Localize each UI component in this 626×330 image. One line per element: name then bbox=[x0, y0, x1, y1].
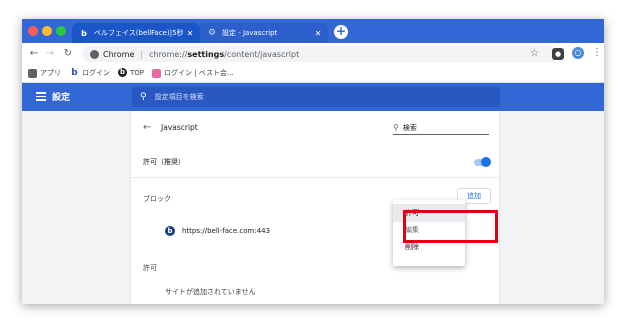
settings-content: ← Javascript ⚲ 検索 許可（推奨） ブロック 追加 b https… bbox=[22, 111, 604, 304]
bookmarks-bar: アプリ b ログイン b TOP ログイン | ベスト会... bbox=[22, 65, 604, 83]
url-path: /content/javascript bbox=[224, 49, 300, 59]
close-tab-icon[interactable]: ✕ bbox=[312, 29, 324, 38]
settings-search-placeholder: 設定項目を検索 bbox=[154, 93, 204, 101]
maximize-window-button[interactable] bbox=[56, 26, 66, 36]
settings-title: 設定 bbox=[52, 93, 71, 103]
bookmark-label: ログイン bbox=[82, 69, 110, 77]
toggle-knob bbox=[481, 157, 491, 167]
bookmark-login[interactable]: b ログイン bbox=[70, 68, 110, 78]
bellface-b-icon: b bbox=[71, 67, 78, 78]
bookmark-label: ログイン | ベスト会... bbox=[164, 69, 234, 77]
back-arrow-icon[interactable]: ← bbox=[28, 47, 40, 61]
address-bar[interactable]: Chrome | chrome://settings/content/javas… bbox=[82, 46, 558, 62]
no-sites-text: サイトが追加されていません bbox=[165, 288, 256, 296]
blocked-site-url: https://bell-face.com:443 bbox=[182, 227, 271, 235]
profile-avatar-icon[interactable]: ○ bbox=[572, 47, 584, 59]
tab-settings-javascript[interactable]: ⚙ 設定 - Javascript ✕ bbox=[200, 23, 328, 43]
extension-icon[interactable]: ● bbox=[552, 48, 564, 60]
tab-strip: b ベルフェイス(bellFace)|5秒でつく ✕ ⚙ 設定 - Javasc… bbox=[22, 19, 604, 43]
red-highlight-box bbox=[403, 210, 498, 243]
browser-toolbar: ← → ↻ Chrome | chrome://settings/content… bbox=[22, 43, 604, 65]
tab-title: 設定 - Javascript bbox=[222, 29, 278, 37]
bookmark-label: アプリ bbox=[40, 69, 61, 77]
minimize-window-button[interactable] bbox=[42, 26, 52, 36]
back-arrow-icon[interactable]: ← bbox=[143, 122, 151, 133]
javascript-toggle[interactable] bbox=[474, 157, 491, 167]
chrome-chip-label: Chrome bbox=[103, 49, 135, 59]
tab-bellface[interactable]: b ベルフェイス(bellFace)|5秒でつく ✕ bbox=[72, 23, 200, 43]
forward-arrow-icon[interactable]: → bbox=[44, 47, 56, 61]
chrome-icon bbox=[90, 49, 99, 59]
search-icon: ⚲ bbox=[393, 123, 399, 132]
page-search-input[interactable]: ⚲ 検索 bbox=[393, 121, 489, 135]
new-tab-button[interactable]: + bbox=[334, 25, 348, 39]
tab-title: ベルフェイス(bellFace)|5秒でつく bbox=[94, 29, 184, 37]
close-window-button[interactable] bbox=[28, 26, 38, 36]
url-scheme: chrome:// bbox=[149, 49, 188, 59]
browser-window: b ベルフェイス(bellFace)|5秒でつく ✕ ⚙ 設定 - Javasc… bbox=[22, 19, 604, 304]
menu-kebab-icon[interactable]: ⋮ bbox=[592, 47, 602, 58]
url-host: settings bbox=[187, 49, 225, 59]
gear-icon: ⚙ bbox=[207, 28, 217, 38]
settings-header: 設定 ⚲ 設定項目を検索 bbox=[22, 83, 604, 111]
allow-section-heading: 許可 bbox=[143, 264, 157, 272]
bookmark-login-best[interactable]: ログイン | ベスト会... bbox=[152, 68, 234, 78]
bellface-site-icon: b bbox=[165, 226, 175, 236]
close-tab-icon[interactable]: ✕ bbox=[184, 29, 196, 38]
bookmark-label: TOP bbox=[130, 68, 145, 77]
block-section-heading: ブロック bbox=[143, 195, 171, 203]
allowed-recommended-label: 許可（推奨） bbox=[143, 158, 185, 166]
bookmark-apps[interactable]: アプリ bbox=[28, 68, 61, 78]
omnibox-separator: | bbox=[140, 49, 144, 59]
settings-search-input[interactable]: ⚲ 設定項目を検索 bbox=[132, 87, 500, 107]
bookmark-icon bbox=[152, 68, 161, 78]
page-search-placeholder: 検索 bbox=[402, 123, 417, 132]
reload-icon[interactable]: ↻ bbox=[62, 47, 74, 61]
bellface-b-icon: b bbox=[118, 68, 127, 77]
bookmark-star-icon[interactable]: ☆ bbox=[530, 48, 539, 59]
bellface-favicon-icon: b bbox=[81, 28, 87, 38]
page-title: Javascript bbox=[161, 123, 198, 132]
apps-icon bbox=[28, 68, 37, 78]
bookmark-top[interactable]: b TOP bbox=[118, 68, 144, 77]
search-icon: ⚲ bbox=[140, 92, 147, 102]
divider bbox=[131, 177, 499, 178]
hamburger-menu-icon[interactable] bbox=[36, 92, 46, 101]
